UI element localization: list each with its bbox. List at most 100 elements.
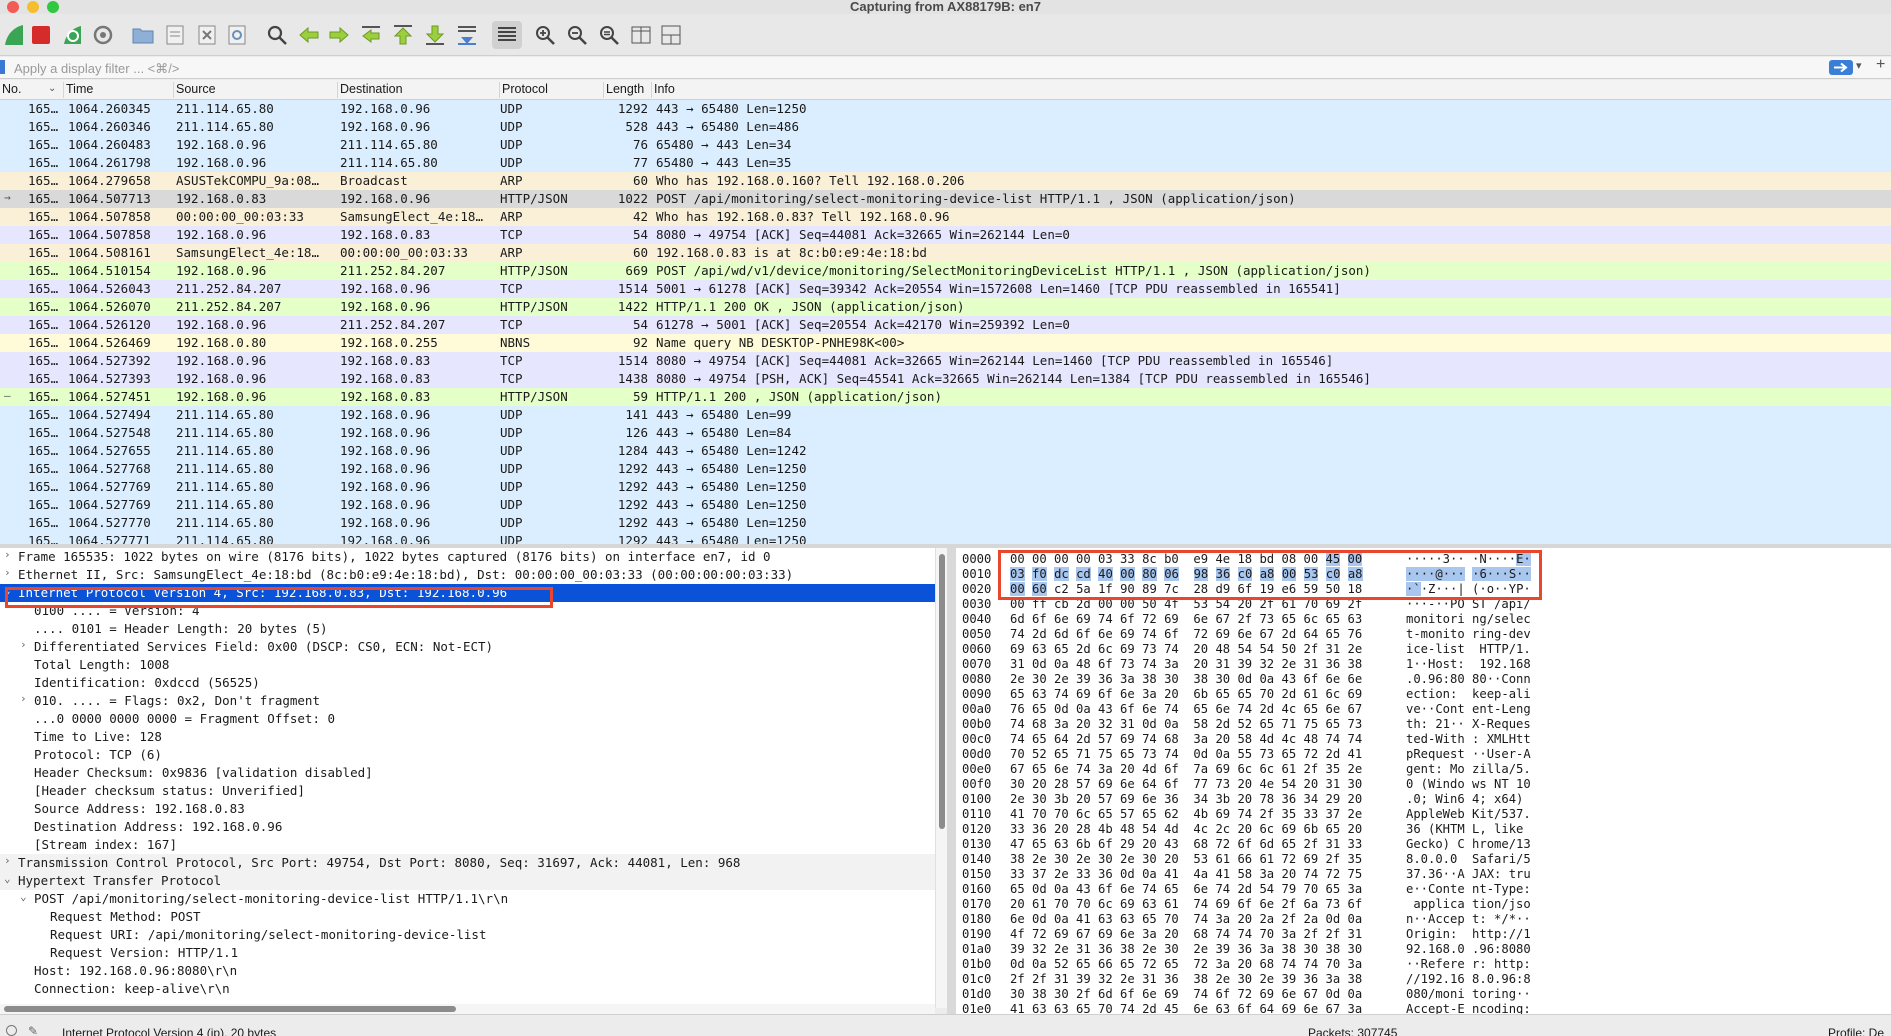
packet-row[interactable]: 165… 1064.507858 192.168.0.96 192.168.0.83 T… — [0, 226, 1891, 244]
detail-row[interactable]: › 010. .... = Flags: 0x2, Don't fragment — [0, 692, 935, 710]
detail-row[interactable]: Identification: 0xdccd (56525) — [0, 674, 935, 692]
go-last-icon[interactable] — [420, 21, 450, 49]
detail-row[interactable]: ⌄ Hypertext Transfer Protocol — [0, 872, 935, 890]
packet-row[interactable]: 165… 1064.527392 192.168.0.96 192.168.0.83 T… — [0, 352, 1891, 370]
bytes-row[interactable]: 0060 69 63 65 2d 6c 69 73 74 20 48 54 54 … — [956, 642, 1891, 657]
apply-filter-arrow-icon[interactable] — [1829, 60, 1853, 75]
packet-row[interactable]: 165… 1064.527769 211.114.65.80 192.168.0.96… — [0, 478, 1891, 496]
detail-row[interactable]: Time to Live: 128 — [0, 728, 935, 746]
detail-row[interactable]: Header Checksum: 0x9836 [validation disa… — [0, 764, 935, 782]
column-header-time[interactable]: Time — [64, 82, 174, 98]
details-horizontal-scrollbar[interactable] — [0, 1004, 935, 1014]
bytes-row[interactable]: 0000 00 00 00 00 03 33 8c b0 e9 4e 18 bd … — [956, 552, 1891, 567]
save-file-icon[interactable] — [160, 21, 190, 49]
display-filter-input[interactable] — [8, 59, 1828, 77]
detail-row[interactable]: Destination Address: 192.168.0.96 — [0, 818, 935, 836]
packet-row[interactable]: 165… 1064.508161 SamsungElect_4e:18… 00:00:… — [0, 244, 1891, 262]
bytes-row[interactable]: 0080 2e 30 2e 39 36 3a 38 30 38 30 0d 0a … — [956, 672, 1891, 687]
bytes-row[interactable]: 0170 20 61 70 70 6c 69 63 61 74 69 6f 6e … — [956, 897, 1891, 912]
packet-row[interactable]: 165… 1064.260346 211.114.65.80 192.168.0.96… — [0, 118, 1891, 136]
details-bytes-splitter[interactable] — [947, 548, 956, 1014]
expand-chevron-icon[interactable]: › — [4, 566, 11, 579]
packet-row[interactable]: 165… 1064.261798 192.168.0.96 211.114.65.80… — [0, 154, 1891, 172]
detail-row[interactable]: 0100 .... = Version: 4 — [0, 602, 935, 620]
colorize-icon[interactable] — [492, 21, 522, 49]
layout-icon[interactable] — [656, 21, 686, 49]
detail-row[interactable]: [Stream index: 167] — [0, 836, 935, 854]
detail-row-selected[interactable]: ⌄ Internet Protocol Version 4, Src: 192.1… — [0, 584, 935, 602]
zoom-normal-icon[interactable] — [594, 21, 624, 49]
detail-row[interactable]: › Transmission Control Protocol, Src Port… — [0, 854, 935, 872]
bytes-row[interactable]: 01e0 41 63 63 65 70 74 2d 45 6e 63 6f 64 … — [956, 1002, 1891, 1014]
bytes-row[interactable]: 0110 41 70 70 6c 65 57 65 62 4b 69 74 2f … — [956, 807, 1891, 822]
bytes-row[interactable]: 01a0 39 32 2e 31 36 38 2e 30 2e 39 36 3a … — [956, 942, 1891, 957]
details-scroll-thumb[interactable] — [939, 554, 945, 829]
packet-row[interactable]: 165… 1064.527770 211.114.65.80 192.168.0.96… — [0, 514, 1891, 532]
packet-row[interactable]: 165… 1064.526120 192.168.0.96 211.252.84.20… — [0, 316, 1891, 334]
open-file-icon[interactable] — [128, 21, 158, 49]
details-vertical-scrollbar[interactable] — [935, 548, 947, 1008]
detail-row[interactable]: Connection: keep-alive\r\n — [0, 980, 935, 998]
packet-row[interactable]: 165… 1064.507858 00:00:00_00:03:33 SamsungE… — [0, 208, 1891, 226]
detail-row[interactable]: › Differentiated Services Field: 0x00 (DS… — [0, 638, 935, 656]
go-back-icon[interactable] — [294, 21, 324, 49]
bytes-row[interactable]: 0040 6d 6f 6e 69 74 6f 72 69 6e 67 2f 73 … — [956, 612, 1891, 627]
packet-row[interactable]: 165… 1064.527393 192.168.0.96 192.168.0.83 T… — [0, 370, 1891, 388]
expand-chevron-icon[interactable]: › — [20, 692, 27, 705]
packet-row[interactable]: 165… 1064.527769 211.114.65.80 192.168.0.96… — [0, 496, 1891, 514]
bytes-row[interactable]: 01d0 30 38 30 2f 6d 6f 6e 69 74 6f 72 69 … — [956, 987, 1891, 1002]
stop-capture-icon[interactable] — [26, 21, 56, 49]
expand-chevron-icon[interactable]: › — [4, 548, 11, 561]
bytes-row[interactable]: 0020 00 60 c2 5a 1f 90 89 7c 28 d9 6f 19 … — [956, 582, 1891, 597]
go-to-packet-icon[interactable] — [356, 21, 386, 49]
bytes-row[interactable]: 0100 2e 30 3b 20 57 69 6e 36 34 3b 20 78 … — [956, 792, 1891, 807]
column-header-protocol[interactable]: Protocol — [500, 82, 604, 98]
bytes-row[interactable]: 0090 65 63 74 69 6f 6e 3a 20 6b 65 65 70 … — [956, 687, 1891, 702]
column-header-length[interactable]: Length — [604, 82, 652, 98]
bytes-row[interactable]: 01c0 2f 2f 31 39 32 2e 31 36 38 2e 30 2e … — [956, 972, 1891, 987]
detail-row[interactable]: Request Version: HTTP/1.1 — [0, 944, 935, 962]
column-header-source[interactable]: Source — [174, 82, 338, 98]
capture-options-icon[interactable] — [88, 21, 118, 49]
bytes-row[interactable]: 00e0 67 65 6e 74 3a 20 4d 6f 7a 69 6c 6c … — [956, 762, 1891, 777]
resize-columns-icon[interactable] — [626, 21, 656, 49]
status-profile[interactable]: Profile: De — [1828, 1026, 1884, 1036]
bytes-row[interactable]: 0160 65 0d 0a 43 6f 6e 74 65 6e 74 2d 54 … — [956, 882, 1891, 897]
detail-row[interactable]: › Ethernet II, Src: SamsungElect_4e:18:bd… — [0, 566, 935, 584]
detail-row[interactable]: Host: 192.168.0.96:8080\r\n — [0, 962, 935, 980]
bytes-row[interactable]: 00b0 74 68 3a 20 32 31 0d 0a 58 2d 52 65 … — [956, 717, 1891, 732]
packet-row[interactable]: 165… 1064.279658 ASUSTekCOMPU_9a:08… Broadc… — [0, 172, 1891, 190]
close-file-icon[interactable] — [192, 21, 222, 49]
detail-row[interactable]: [Header checksum status: Unverified] — [0, 782, 935, 800]
packet-row[interactable]: 165… 1064.527771 211.114.65.80 192.168.0.96… — [0, 532, 1891, 544]
bytes-row[interactable]: 0130 47 65 63 6b 6f 29 20 43 68 72 6f 6d … — [956, 837, 1891, 852]
detail-row[interactable]: Request Method: POST — [0, 908, 935, 926]
expert-info-icon[interactable] — [6, 1025, 17, 1036]
edit-comment-icon[interactable]: ✎ — [28, 1024, 38, 1036]
collapse-chevron-icon[interactable]: ⌄ — [20, 890, 27, 903]
collapse-chevron-icon[interactable]: ⌄ — [4, 872, 11, 885]
bytes-row[interactable]: 0070 31 0d 0a 48 6f 73 74 3a 20 31 39 32 … — [956, 657, 1891, 672]
packet-row[interactable]: 165… 1064.527548 211.114.65.80 192.168.0.96… — [0, 424, 1891, 442]
expand-chevron-icon[interactable]: › — [4, 854, 11, 867]
bytes-row[interactable]: 00d0 70 52 65 71 75 65 73 74 0d 0a 55 73 … — [956, 747, 1891, 762]
packet-row[interactable]: 165… 1064.260345 211.114.65.80 192.168.0.96… — [0, 100, 1891, 118]
bookmark-icon[interactable] — [0, 60, 5, 74]
bytes-row[interactable]: 0140 38 2e 30 2e 30 2e 30 20 53 61 66 61 … — [956, 852, 1891, 867]
detail-row[interactable]: Protocol: TCP (6) — [0, 746, 935, 764]
detail-row[interactable]: Total Length: 1008 — [0, 656, 935, 674]
go-first-icon[interactable] — [388, 21, 418, 49]
bytes-row[interactable]: 0030 00 ff cb 2d 00 00 50 4f 53 54 20 2f … — [956, 597, 1891, 612]
packet-row[interactable]: 165… 1064.526043 211.252.84.207 192.168.0.9… — [0, 280, 1891, 298]
column-header-info[interactable]: Info — [652, 82, 1891, 98]
packet-row[interactable]: — 165… 1064.527451 192.168.0.96 192.168.0.83… — [0, 388, 1891, 406]
expand-chevron-icon[interactable]: › — [20, 638, 27, 651]
packet-row[interactable]: 165… 1064.526469 192.168.0.80 192.168.0.255… — [0, 334, 1891, 352]
detail-row[interactable]: .... 0101 = Header Length: 20 bytes (5) — [0, 620, 935, 638]
bytes-row[interactable]: 0010 03 f0 dc cd 40 00 80 06 98 36 c0 a8 … — [956, 567, 1891, 582]
reload-file-icon[interactable] — [222, 21, 252, 49]
add-filter-button-icon[interactable]: + — [1876, 56, 1885, 74]
detail-row[interactable]: ⌄ POST /api/monitoring/select-monitoring-… — [0, 890, 935, 908]
bytes-row[interactable]: 00c0 74 65 64 2d 57 69 74 68 3a 20 58 4d … — [956, 732, 1891, 747]
packet-row[interactable]: 165… 1064.527655 211.114.65.80 192.168.0.96… — [0, 442, 1891, 460]
